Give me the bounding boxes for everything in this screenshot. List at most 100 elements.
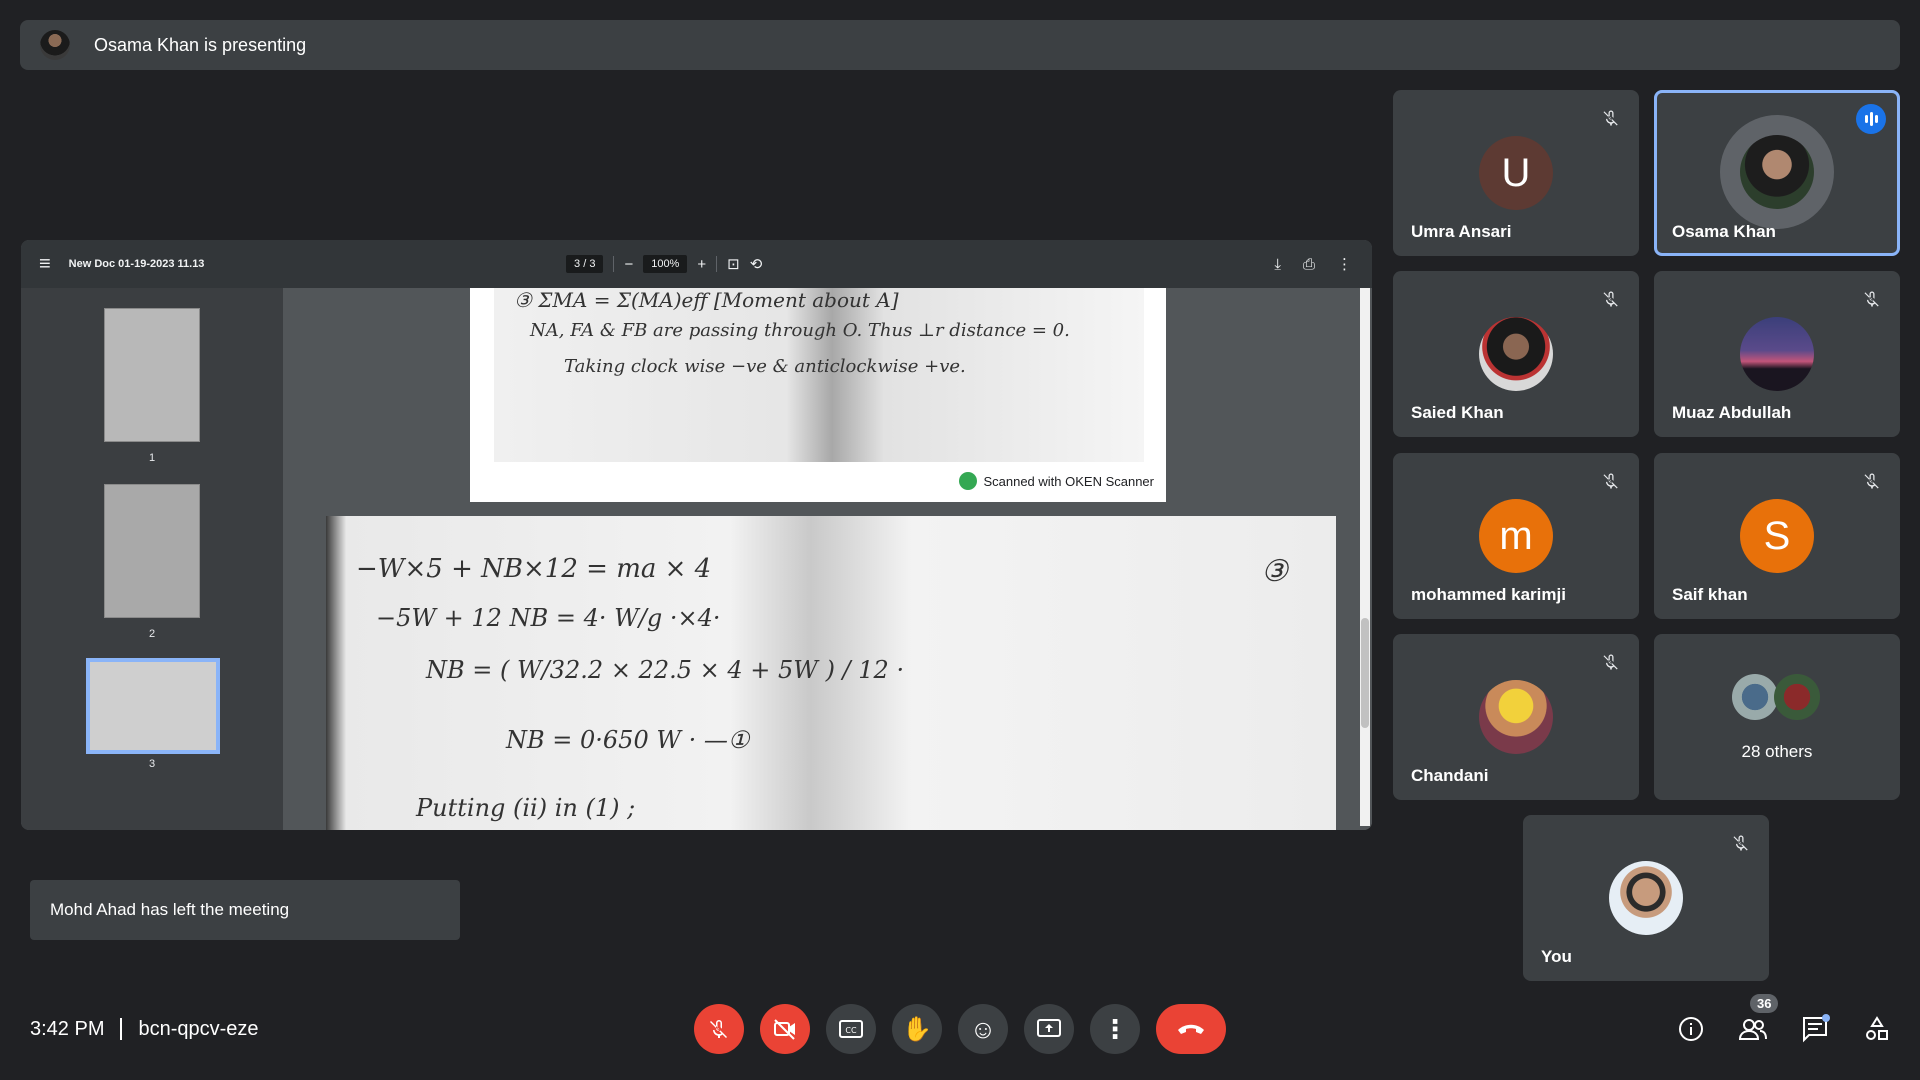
- side-panel-controls: 36: [1676, 994, 1892, 1044]
- scrollbar-thumb[interactable]: [1361, 618, 1369, 728]
- hand-icon: ✋: [902, 1015, 932, 1043]
- hang-up-icon: [1178, 1024, 1204, 1034]
- avatar: U: [1479, 136, 1553, 210]
- presenter-avatar: [40, 30, 70, 60]
- participant-tile[interactable]: U Umra Ansari: [1393, 90, 1639, 256]
- people-icon: [1738, 1019, 1767, 1040]
- microphone-toggle-button[interactable]: [694, 1004, 744, 1054]
- participant-tile[interactable]: Chandani: [1393, 634, 1639, 800]
- pdf-page: ③ ΣMA = Σ(MA)eff [Moment about A] NA, FA…: [470, 288, 1166, 502]
- current-page: 3: [574, 258, 581, 270]
- handwritten-line: NB = ( W/32.2 × 22.5 × 4 + 5W ) / 12 ·: [426, 656, 905, 684]
- handwritten-line: NA, FA & FB are passing through O. Thus …: [530, 320, 1070, 341]
- mic-off-icon: [1603, 654, 1618, 670]
- zoom-out-icon[interactable]: −: [624, 256, 633, 273]
- people-button[interactable]: 36: [1738, 994, 1779, 1044]
- participant-tile[interactable]: Osama Khan: [1654, 90, 1900, 256]
- emoji-icon: ☺: [969, 1013, 997, 1044]
- self-tile[interactable]: You: [1523, 815, 1769, 981]
- presenting-text: Osama Khan is presenting: [94, 34, 307, 55]
- meeting-details-button[interactable]: [1676, 1014, 1706, 1044]
- page-thumbnail-2[interactable]: [104, 484, 200, 618]
- scanner-watermark: Scanned with OKEN Scanner: [959, 472, 1154, 490]
- page-thumbnail-3[interactable]: [86, 658, 220, 754]
- notification-toast: Mohd Ahad has left the meeting: [30, 880, 460, 940]
- thumbnail-number: 1: [148, 452, 156, 464]
- avatar-ring: [1720, 115, 1834, 229]
- participant-tile[interactable]: Saied Khan: [1393, 271, 1639, 437]
- participant-name: Saied Khan: [1411, 403, 1504, 422]
- rotate-icon[interactable]: ⟲: [750, 255, 763, 273]
- captions-button[interactable]: CC: [826, 1004, 876, 1054]
- handwritten-line: ③ ΣMA = Σ(MA)eff [Moment about A]: [514, 288, 899, 312]
- activities-button[interactable]: [1862, 1014, 1892, 1044]
- more-options-button[interactable]: ⋮: [1090, 1004, 1140, 1054]
- scanner-logo-icon: [959, 472, 978, 490]
- chat-button[interactable]: [1800, 1014, 1830, 1044]
- activities-icon: [1866, 1016, 1888, 1040]
- mic-off-icon: [1603, 473, 1618, 489]
- fit-page-icon[interactable]: ⊡: [727, 255, 740, 273]
- menu-icon[interactable]: ≡: [39, 253, 51, 276]
- handwritten-line: Putting (ii) in (1) ;: [416, 794, 636, 822]
- handwritten-page-number: ③: [1261, 554, 1288, 589]
- more-options-icon[interactable]: ⋮: [1337, 255, 1352, 273]
- toolbar-divider: [716, 256, 718, 272]
- participant-name: Saif khan: [1672, 585, 1748, 604]
- speaking-indicator-icon: [1856, 104, 1886, 134]
- closed-captions-icon: CC: [839, 1020, 863, 1038]
- document-title: New Doc 01-19-2023 11.13: [68, 258, 205, 270]
- avatar: [1609, 861, 1683, 935]
- mic-off-icon: [1603, 291, 1618, 307]
- camera-toggle-button[interactable]: [760, 1004, 810, 1054]
- page-thumbnail-1[interactable]: [104, 308, 200, 442]
- pdf-page-area[interactable]: ③ ΣMA = Σ(MA)eff [Moment about A] NA, FA…: [283, 288, 1372, 830]
- print-icon[interactable]: ⎙: [1303, 256, 1315, 273]
- clock-time: 3:42 PM: [30, 1017, 105, 1040]
- pdf-page: −W×5 + NB×12 = ma × 4 −5W + 12 NB = 4· W…: [326, 516, 1336, 830]
- camera-off-icon: [774, 1019, 795, 1040]
- participant-name: Muaz Abdullah: [1672, 403, 1792, 422]
- participant-name: You: [1541, 947, 1572, 966]
- thumbnail-number: 2: [148, 628, 156, 640]
- scanner-text: Scanned with OKEN Scanner: [983, 473, 1154, 489]
- handwritten-line: −W×5 + NB×12 = ma × 4: [356, 554, 712, 584]
- others-count-label: 28 others: [1741, 742, 1813, 761]
- participant-tile[interactable]: Muaz Abdullah: [1654, 271, 1900, 437]
- participant-tile[interactable]: S Saif khan: [1654, 453, 1900, 619]
- zoom-level[interactable]: 100%: [643, 255, 688, 273]
- mic-off-icon: [1864, 291, 1879, 307]
- avatar: [1774, 674, 1820, 720]
- toolbar-divider: [613, 256, 615, 272]
- avatar: S: [1740, 499, 1814, 573]
- participant-name: mohammed karimji: [1411, 585, 1566, 604]
- raise-hand-button[interactable]: ✋: [892, 1004, 942, 1054]
- present-screen-button[interactable]: [1024, 1004, 1074, 1054]
- thumbnail-number: 3: [148, 758, 156, 770]
- participant-tile[interactable]: m mohammed karimji: [1393, 453, 1639, 619]
- others-tile[interactable]: 28 others: [1654, 634, 1900, 800]
- participant-name: Osama Khan: [1672, 222, 1776, 241]
- avatar: [1479, 317, 1553, 391]
- download-icon[interactable]: ⤓: [1274, 256, 1281, 273]
- vertical-scrollbar[interactable]: [1360, 288, 1370, 826]
- participant-count-badge: 36: [1750, 994, 1779, 1013]
- mic-off-icon: [1733, 835, 1748, 851]
- divider: [120, 1018, 123, 1040]
- handwritten-line: Taking clock wise −ve & anticlockwise +v…: [564, 356, 966, 377]
- scanned-image: ③ ΣMA = Σ(MA)eff [Moment about A] NA, FA…: [494, 288, 1144, 462]
- reactions-button[interactable]: ☺: [958, 1004, 1008, 1054]
- call-controls: CC ✋ ☺ ⋮: [694, 1004, 1226, 1054]
- toast-text: Mohd Ahad has left the meeting: [50, 900, 290, 919]
- leave-call-button[interactable]: [1156, 1004, 1226, 1054]
- zoom-in-icon[interactable]: +: [697, 256, 706, 273]
- total-pages: 3: [589, 258, 596, 270]
- meeting-code[interactable]: bcn-qpcv-eze: [138, 1018, 258, 1041]
- unread-dot: [1822, 1014, 1830, 1022]
- present-screen-icon: [1037, 1019, 1061, 1037]
- avatar: m: [1479, 499, 1553, 573]
- handwritten-line: NB = 0·650 W · —①: [506, 726, 750, 754]
- page-indicator[interactable]: 3 / 3: [566, 255, 604, 273]
- thumbnail-sidebar: 1 2 3: [21, 288, 283, 830]
- info-icon: [1679, 1017, 1703, 1041]
